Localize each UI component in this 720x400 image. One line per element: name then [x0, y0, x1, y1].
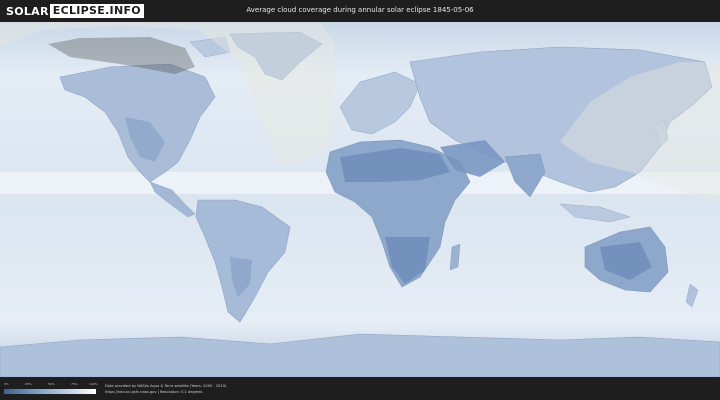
legend-tick-labels: 0% 25% 50% 75% 100%	[4, 382, 98, 388]
world-map-graphic	[0, 22, 720, 377]
legend-tick-1: 25%	[25, 382, 32, 386]
legend-tick-3: 75%	[71, 382, 78, 386]
resolution-credit-text: https://neo.sci.gsfc.nasa.gov | Resoluti…	[105, 390, 203, 394]
legend-tick-2: 50%	[48, 382, 55, 386]
cloud-coverage-map	[0, 22, 720, 377]
legend-tick-0: 0%	[4, 382, 9, 386]
data-credit-text: Data provided by NASAs Aqua & Terra sate…	[105, 384, 227, 388]
header-bar: SOLAR ECLIPSE.INFO Average cloud coverag…	[0, 0, 720, 22]
page-title: Average cloud coverage during annular so…	[246, 6, 474, 14]
legend-tick-4: 100%	[89, 382, 98, 386]
cloud-coverage-legend-bar	[4, 389, 96, 394]
footer-bar	[0, 377, 720, 400]
antarctica-landmass	[0, 333, 720, 377]
